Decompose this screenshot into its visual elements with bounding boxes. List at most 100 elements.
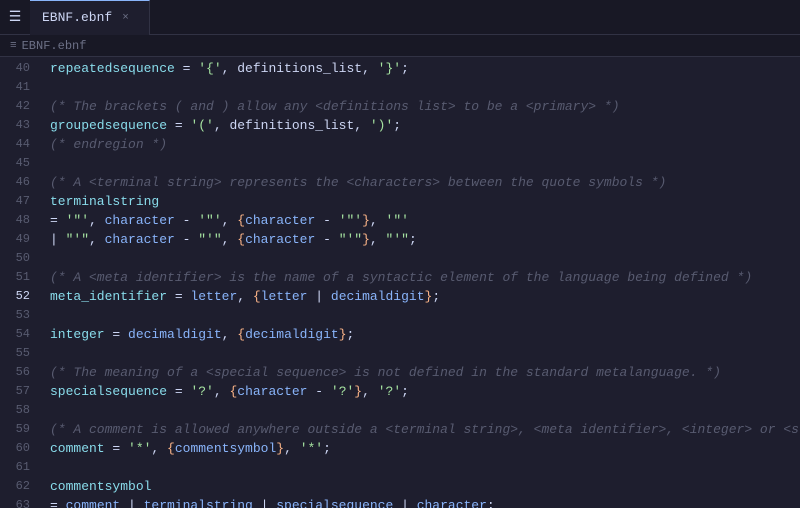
token: '}' [378, 61, 401, 76]
token: { [253, 289, 261, 304]
token: ')' [370, 118, 393, 133]
line-number-45: 45 [8, 154, 30, 173]
code-line-51: (* A <meta identifier> is the name of a … [50, 268, 800, 287]
token: { [237, 232, 245, 247]
active-tab[interactable]: EBNF.ebnf × [30, 0, 150, 35]
token: ; [347, 327, 355, 342]
token: commentsymbol [50, 479, 151, 494]
code-line-53 [50, 306, 800, 325]
code-line-46: (* A <terminal string> represents the <c… [50, 173, 800, 192]
token: } [362, 213, 370, 228]
token: character [237, 384, 307, 399]
line-number-41: 41 [8, 78, 30, 97]
line-number-57: 57 [8, 382, 30, 401]
code-line-43: groupedsequence = '(', definitions_list,… [50, 116, 800, 135]
code-line-58 [50, 401, 800, 420]
line-numbers: 4041424344454647484950515253545556575859… [0, 57, 40, 508]
token: | [253, 498, 276, 508]
line-number-63: 63 [8, 496, 30, 508]
token: (* endregion *) [50, 137, 167, 152]
token: meta_identifier [50, 289, 167, 304]
line-number-46: 46 [8, 173, 30, 192]
code-line-40: repeatedsequence = '{', definitions_list… [50, 59, 800, 78]
token: , [89, 213, 105, 228]
line-number-62: 62 [8, 477, 30, 496]
token: } [339, 327, 347, 342]
token: letter [190, 289, 237, 304]
token: ; [323, 441, 331, 456]
code-line-45 [50, 154, 800, 173]
token: integer [50, 327, 105, 342]
token: , [151, 441, 167, 456]
code-line-60: comment = '*', {commentsymbol}, '*'; [50, 439, 800, 458]
line-number-61: 61 [8, 458, 30, 477]
token: character [105, 213, 175, 228]
token: '(' [190, 118, 213, 133]
token: = [105, 441, 128, 456]
token: - [307, 384, 330, 399]
token: (* A <terminal string> represents the <c… [50, 175, 666, 190]
token: '*' [128, 441, 151, 456]
token: specialsequence [50, 384, 167, 399]
token: } [276, 441, 284, 456]
token: character [245, 213, 315, 228]
code-line-52: meta_identifier = letter, {letter | deci… [50, 287, 800, 306]
token: { [167, 441, 175, 456]
token: = [167, 289, 190, 304]
line-number-43: 43 [8, 116, 30, 135]
token: - [175, 213, 198, 228]
token: ; [401, 61, 409, 76]
token: ; [432, 289, 440, 304]
token: , [284, 441, 300, 456]
line-number-42: 42 [8, 97, 30, 116]
token: groupedsequence [50, 118, 167, 133]
token: , definitions_list, [222, 61, 378, 76]
tab-menu-icon: ☰ [0, 9, 30, 26]
editor-container: 4041424344454647484950515253545556575859… [0, 57, 800, 508]
code-line-57: specialsequence = '?', {character - '?'}… [50, 382, 800, 401]
token: decimaldigit [128, 327, 222, 342]
token: } [362, 232, 370, 247]
token: - [315, 232, 338, 247]
token: ; [487, 498, 495, 508]
token: "'" [198, 232, 221, 247]
breadcrumb-path: EBNF.ebnf [22, 39, 87, 53]
token: - [175, 232, 198, 247]
token: (* A <meta identifier> is the name of a … [50, 270, 752, 285]
code-line-48: = '"', character - '"', {character - '"'… [50, 211, 800, 230]
line-number-60: 60 [8, 439, 30, 458]
token: = [175, 61, 198, 76]
token: "'" [66, 232, 89, 247]
token: - [315, 213, 338, 228]
code-line-61 [50, 458, 800, 477]
line-number-44: 44 [8, 135, 30, 154]
token: { [237, 327, 245, 342]
token: '"' [386, 213, 409, 228]
token: comment [50, 441, 105, 456]
line-number-47: 47 [8, 192, 30, 211]
tab-close-icon[interactable]: × [122, 12, 129, 24]
token: (* The meaning of a <special sequence> i… [50, 365, 721, 380]
token: "'" [339, 232, 362, 247]
token: '{' [198, 61, 221, 76]
token: '"' [198, 213, 221, 228]
token: repeatedsequence [50, 61, 175, 76]
code-area[interactable]: repeatedsequence = '{', definitions_list… [40, 57, 800, 508]
token: '?' [190, 384, 213, 399]
code-line-62: commentsymbol [50, 477, 800, 496]
token: , [370, 213, 386, 228]
code-line-47: terminalstring [50, 192, 800, 211]
line-number-58: 58 [8, 401, 30, 420]
code-line-59: (* A comment is allowed anywhere outside… [50, 420, 800, 439]
token: commentsymbol [175, 441, 276, 456]
token: character [105, 232, 175, 247]
token: '*' [300, 441, 323, 456]
token: | [393, 498, 416, 508]
token: | [120, 498, 143, 508]
line-number-56: 56 [8, 363, 30, 382]
token: terminalstring [144, 498, 253, 508]
code-line-56: (* The meaning of a <special sequence> i… [50, 363, 800, 382]
code-line-41 [50, 78, 800, 97]
token: character [417, 498, 487, 508]
token: decimaldigit [245, 327, 339, 342]
